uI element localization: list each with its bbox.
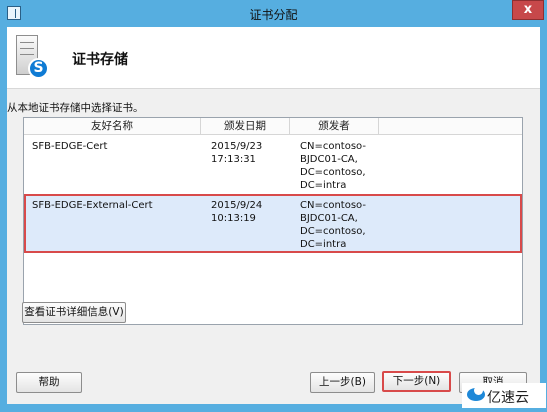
issue-date-cell: 2015/9/24 10:13:19 — [211, 200, 263, 224]
skype-icon: S — [28, 58, 49, 79]
certificate-store-icon: S — [16, 35, 54, 83]
watermark: 亿速云 — [462, 383, 546, 408]
page-title: 证书存储 — [72, 52, 128, 68]
certificate-list[interactable]: 友好名称 颁发日期 颁发者 SFB-EDGE-Cert 2015/9/23 17… — [23, 117, 523, 325]
yisu-cloud-logo-icon — [467, 386, 485, 401]
help-button[interactable]: 帮助 — [16, 372, 82, 393]
friendly-name-cell: SFB-EDGE-Cert — [32, 141, 108, 152]
next-button[interactable]: 下一步(N) — [382, 371, 451, 392]
certificate-assignment-window: 证书分配 x S 证书存储 从本地证书存储中选择证书。 友好名称 颁发日期 颁发… — [0, 0, 547, 412]
back-button[interactable]: 上一步(B) — [310, 372, 375, 393]
title-bar[interactable]: 证书分配 x — [0, 0, 547, 27]
instruction-text: 从本地证书存储中选择证书。 — [7, 102, 144, 114]
watermark-text: 亿速云 — [487, 390, 529, 406]
close-button[interactable]: x — [512, 0, 544, 20]
column-issuer[interactable]: 颁发者 — [290, 118, 379, 135]
view-certificate-details-button[interactable]: 查看证书详细信息(V) — [22, 302, 126, 323]
column-friendly-name[interactable]: 友好名称 — [24, 118, 201, 135]
friendly-name-cell: SFB-EDGE-External-Cert — [32, 200, 153, 211]
issuer-cell: CN=contoso- BJDC01-CA, DC=contoso, DC=in… — [300, 141, 366, 191]
column-issue-date[interactable]: 颁发日期 — [201, 118, 290, 135]
server-line — [20, 48, 34, 49]
issuer-cell: CN=contoso- BJDC01-CA, DC=contoso, DC=in… — [300, 200, 366, 250]
dialog-header: S 证书存储 — [7, 27, 540, 89]
certificate-row-selected[interactable]: SFB-EDGE-External-Cert 2015/9/24 10:13:1… — [24, 194, 522, 253]
window-title: 证书分配 — [249, 8, 298, 22]
server-line — [20, 54, 34, 55]
issue-date-cell: 2015/9/23 17:13:31 — [211, 141, 263, 165]
server-line — [20, 42, 34, 43]
list-header: 友好名称 颁发日期 颁发者 — [24, 118, 522, 135]
dialog-content: S 证书存储 从本地证书存储中选择证书。 友好名称 颁发日期 颁发者 SFB-E… — [7, 27, 540, 404]
certificate-row[interactable]: SFB-EDGE-Cert 2015/9/23 17:13:31 CN=cont… — [24, 137, 522, 196]
